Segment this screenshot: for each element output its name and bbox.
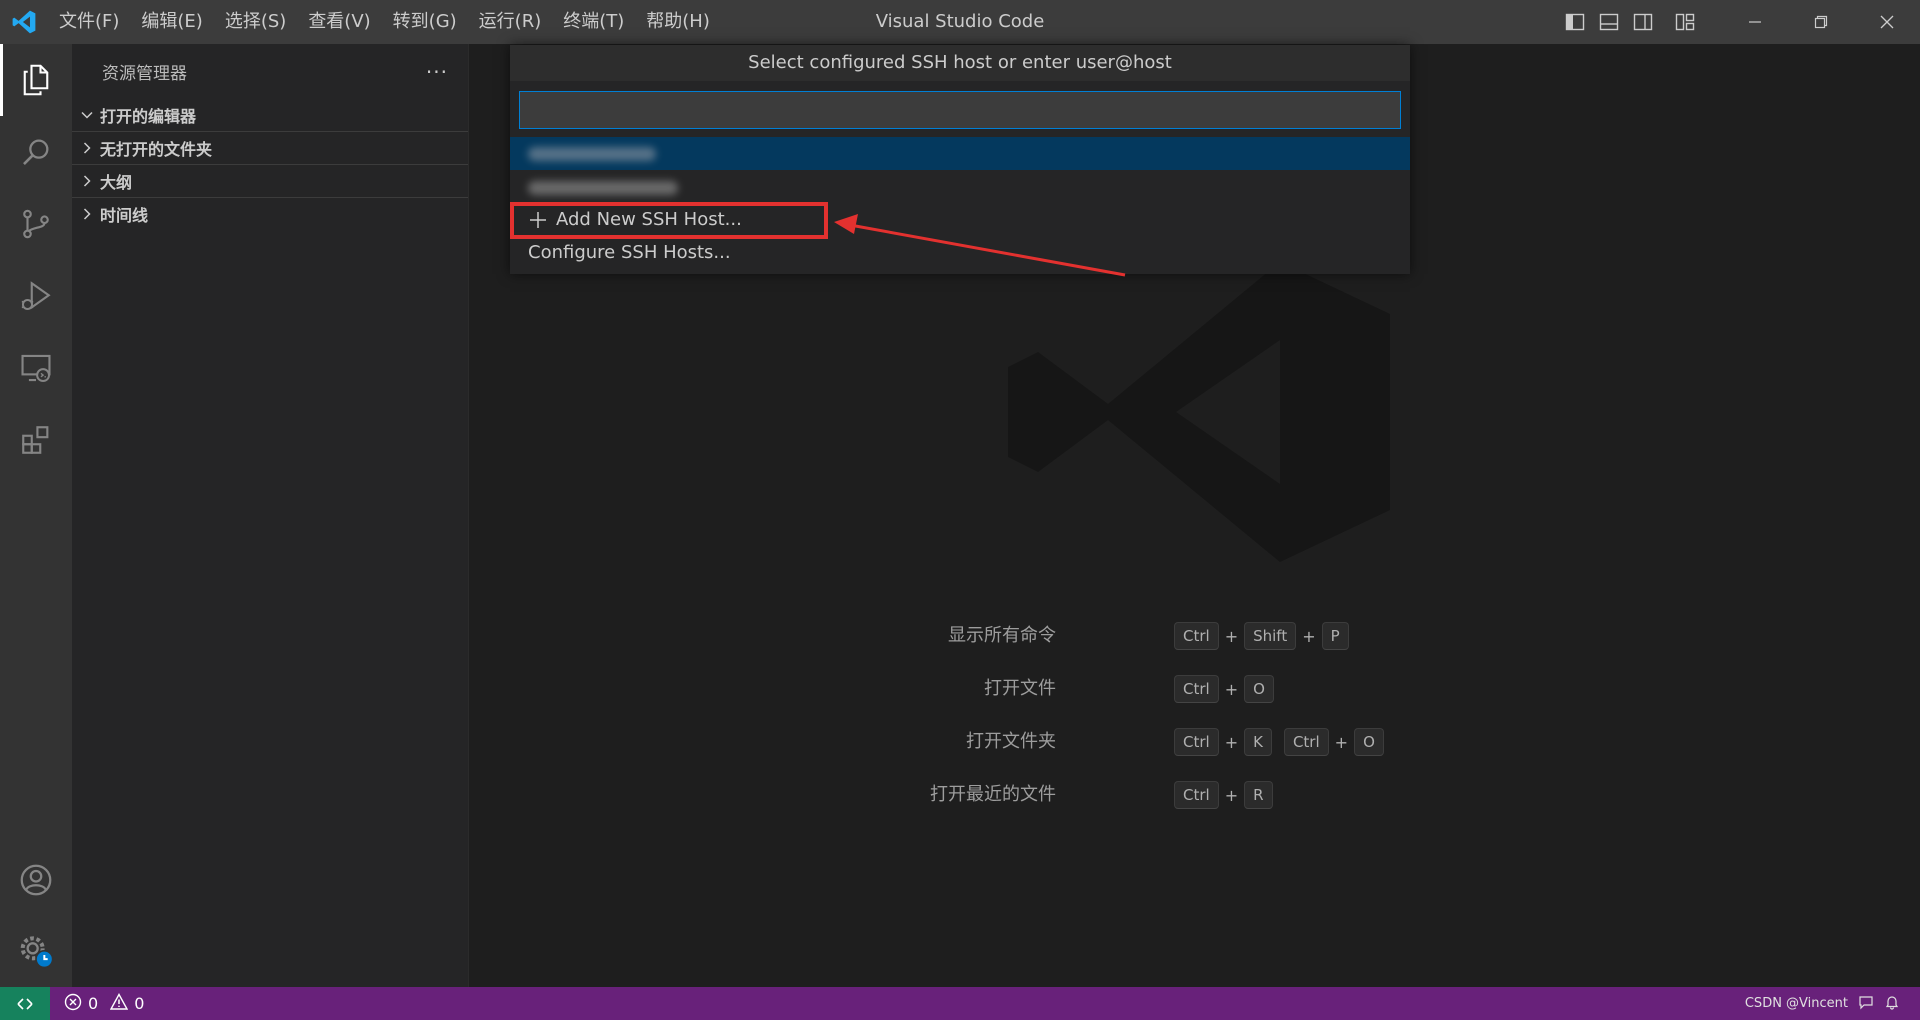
- section-label: 无打开的文件夹: [100, 140, 213, 159]
- key: Ctrl: [1174, 781, 1219, 809]
- key: Ctrl: [1174, 675, 1219, 703]
- section-label: 时间线: [100, 206, 149, 225]
- shortcut-label: 打开文件夹: [966, 731, 1056, 752]
- remote-explorer-icon[interactable]: [0, 332, 72, 404]
- shortcut-show-commands: 显示所有命令 Ctrl + Shift + P: [900, 620, 1500, 652]
- key: Shift: [1244, 622, 1297, 650]
- activity-bar: [0, 44, 72, 987]
- toggle-secondary-sidebar-icon[interactable]: [1630, 9, 1656, 35]
- search-icon[interactable]: [0, 116, 72, 188]
- sidebar-header: 资源管理器 ···: [72, 44, 468, 99]
- error-icon: [64, 993, 82, 1015]
- chevron-right-icon: [76, 203, 98, 225]
- menu-view[interactable]: 查看(V): [297, 0, 381, 44]
- problems-status[interactable]: 0 0: [64, 992, 150, 1015]
- key: Ctrl: [1174, 728, 1219, 756]
- ssh-host-input[interactable]: [519, 91, 1401, 129]
- window-controls: [1722, 0, 1920, 44]
- quick-pick-title: Select configured SSH host or enter user…: [510, 45, 1410, 81]
- key: O: [1244, 675, 1274, 703]
- status-bar: 0 0 CSDN @Vincent: [0, 987, 1920, 1020]
- more-actions-icon[interactable]: ···: [426, 60, 448, 84]
- section-timeline[interactable]: 时间线: [72, 198, 468, 230]
- close-icon[interactable]: [1854, 0, 1920, 44]
- section-open-editors[interactable]: 打开的编辑器: [72, 99, 468, 132]
- sidebar-title: 资源管理器: [102, 64, 187, 84]
- shortcut-keys: Ctrl + K Ctrl + O: [1174, 726, 1384, 758]
- key: P: [1321, 622, 1349, 650]
- menu-file[interactable]: 文件(F): [48, 0, 130, 44]
- section-label: 大纲: [100, 173, 133, 192]
- key: Ctrl: [1283, 728, 1329, 756]
- status-right: CSDN @Vincent: [1745, 987, 1900, 1020]
- shortcut-label: 显示所有命令: [948, 625, 1056, 646]
- run-debug-icon[interactable]: [0, 260, 72, 332]
- redacted-host-blur: [528, 147, 656, 161]
- section-outline[interactable]: 大纲: [72, 165, 468, 198]
- feedback-icon[interactable]: [1858, 994, 1874, 1014]
- vscode-watermark-logo-icon: [1008, 262, 1390, 562]
- key: R: [1244, 781, 1273, 809]
- shortcut-keys: Ctrl + Shift + P: [1174, 620, 1349, 652]
- source-control-icon[interactable]: [0, 188, 72, 260]
- vscode-logo-icon: [0, 0, 48, 44]
- restore-icon[interactable]: [1788, 0, 1854, 44]
- section-no-folder[interactable]: 无打开的文件夹: [72, 132, 468, 165]
- customize-layout-icon[interactable]: [1672, 9, 1698, 35]
- redacted-host-blur: [528, 181, 678, 195]
- menu-bar: 文件(F) 编辑(E) 选择(S) 查看(V) 转到(G) 运行(R) 终端(T…: [48, 0, 721, 44]
- title-bar: 文件(F) 编辑(E) 选择(S) 查看(V) 转到(G) 运行(R) 终端(T…: [0, 0, 1920, 44]
- key: K: [1244, 728, 1272, 756]
- menu-selection[interactable]: 选择(S): [214, 0, 297, 44]
- warning-count: 0: [134, 994, 145, 1013]
- shortcut-open-file: 打开文件 Ctrl + O: [900, 673, 1500, 705]
- shortcut-open-recent: 打开最近的文件 Ctrl + R: [900, 779, 1500, 811]
- configure-ssh-hosts-label: Configure SSH Hosts...: [528, 242, 731, 263]
- shortcut-label: 打开最近的文件: [930, 784, 1056, 805]
- notifications-bell-icon[interactable]: [1884, 994, 1900, 1014]
- shortcut-label: 打开文件: [984, 678, 1056, 699]
- extensions-icon[interactable]: [0, 404, 72, 476]
- minimize-icon[interactable]: [1722, 0, 1788, 44]
- shortcut-keys: Ctrl + R: [1174, 779, 1273, 811]
- menu-run[interactable]: 运行(R): [468, 0, 553, 44]
- annotation-highlight-box: [510, 202, 828, 239]
- menu-terminal[interactable]: 终端(T): [552, 0, 635, 44]
- menu-go[interactable]: 转到(G): [382, 0, 468, 44]
- chevron-down-icon: [76, 104, 98, 126]
- key: Ctrl: [1174, 622, 1219, 650]
- shortcut-open-folder: 打开文件夹 Ctrl + K Ctrl + O: [900, 726, 1500, 758]
- window-title: Visual Studio Code: [875, 11, 1045, 32]
- settings-gear-icon[interactable]: [0, 914, 72, 986]
- remote-indicator-icon[interactable]: [0, 987, 50, 1020]
- accounts-icon[interactable]: [0, 844, 72, 916]
- toggle-primary-sidebar-icon[interactable]: [1562, 9, 1588, 35]
- menu-help[interactable]: 帮助(H): [635, 0, 721, 44]
- layout-controls: [1562, 0, 1698, 44]
- section-label: 打开的编辑器: [100, 107, 197, 126]
- key: O: [1354, 728, 1384, 756]
- error-count: 0: [88, 994, 99, 1013]
- chevron-right-icon: [76, 170, 98, 192]
- explorer-sidebar: 资源管理器 ··· 打开的编辑器 无打开的文件夹 大纲 时间线: [72, 44, 469, 987]
- menu-edit[interactable]: 编辑(E): [130, 0, 213, 44]
- ssh-host-item[interactable]: [510, 137, 1410, 170]
- chevron-right-icon: [76, 137, 98, 159]
- toggle-panel-icon[interactable]: [1596, 9, 1622, 35]
- ssh-host-item[interactable]: [510, 170, 1410, 203]
- shortcut-keys: Ctrl + O: [1174, 673, 1274, 705]
- annotation-arrow-icon: [834, 214, 1126, 277]
- explorer-icon[interactable]: [0, 44, 72, 116]
- csdn-watermark-text: CSDN @Vincent: [1744, 996, 1848, 1011]
- warning-icon: [110, 992, 129, 1015]
